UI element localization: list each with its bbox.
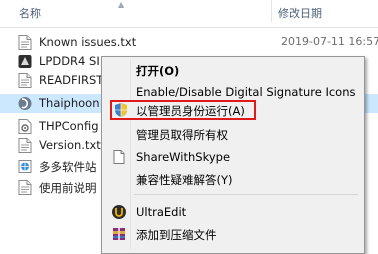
- web-shortcut-icon: [18, 160, 32, 173]
- file-row[interactable]: Known issues.txt 2019-07-11 16:57: [0, 33, 378, 52]
- uac-shield-icon: [115, 103, 127, 117]
- file-name: LPDDR4 SI: [39, 54, 100, 68]
- menu-item-label: Enable/Disable Digital Signature Icons: [136, 85, 356, 99]
- menu-item-label: ShareWithSkype: [136, 150, 231, 164]
- text-file-icon: [18, 180, 32, 195]
- text-file-icon: [18, 138, 32, 153]
- menu-item-open[interactable]: 打开(O): [104, 60, 360, 80]
- menu-separator: [134, 194, 358, 195]
- file-name: THPConfig: [39, 119, 99, 133]
- file-name: Known issues.txt: [39, 35, 137, 49]
- ultraedit-icon: [112, 205, 126, 219]
- text-file-icon: [18, 35, 32, 50]
- file-name: 多多软件站: [39, 160, 97, 174]
- menu-item-label: 以管理员身份运行(A): [136, 104, 245, 118]
- share-file-icon: [113, 150, 125, 164]
- column-header: 名称 ▲ 修改日期: [0, 0, 378, 28]
- menu-item-add-to-archive[interactable]: 添加到压缩文件: [104, 224, 360, 244]
- menu-item-label: 管理员取得所有权: [136, 128, 228, 142]
- column-divider[interactable]: [271, 0, 272, 22]
- sort-up-icon: ▲: [118, 0, 125, 9]
- file-name: READFIRST: [39, 73, 104, 87]
- file-name: 使用前说明: [39, 181, 97, 195]
- thaiphoon-app-icon: [18, 97, 32, 110]
- text-file-icon: [18, 73, 32, 88]
- menu-item-run-as-admin[interactable]: 以管理员身份运行(A): [110, 100, 256, 120]
- file-date: 2019-07-11 16:57: [281, 35, 378, 48]
- menu-item-share-skype[interactable]: ShareWithSkype: [104, 147, 360, 167]
- name-column-header[interactable]: 名称: [19, 5, 41, 21]
- file-name: Thaiphoon: [39, 96, 100, 110]
- menu-item-label: 打开(O): [136, 64, 180, 78]
- menu-item-label: 添加到压缩文件: [136, 228, 217, 242]
- menu-item-ultraedit[interactable]: UltraEdit: [104, 202, 360, 222]
- menu-item-label: 兼容性疑难解答(Y): [136, 173, 233, 187]
- menu-item-label: UltraEdit: [136, 205, 187, 219]
- menu-item-compatibility[interactable]: 兼容性疑难解答(Y): [104, 169, 360, 189]
- context-menu: 打开(O) Enable/Disable Digital Signature I…: [101, 56, 365, 254]
- archive-icon: [113, 228, 125, 240]
- file-name: Version.txt: [39, 138, 101, 152]
- menu-item-take-ownership[interactable]: 管理员取得所有权: [104, 124, 360, 144]
- date-column-header[interactable]: 修改日期: [278, 5, 322, 21]
- menu-item-signature-icons[interactable]: Enable/Disable Digital Signature Icons: [104, 82, 360, 102]
- settings-file-icon: [18, 119, 32, 134]
- app-icon: [18, 55, 32, 68]
